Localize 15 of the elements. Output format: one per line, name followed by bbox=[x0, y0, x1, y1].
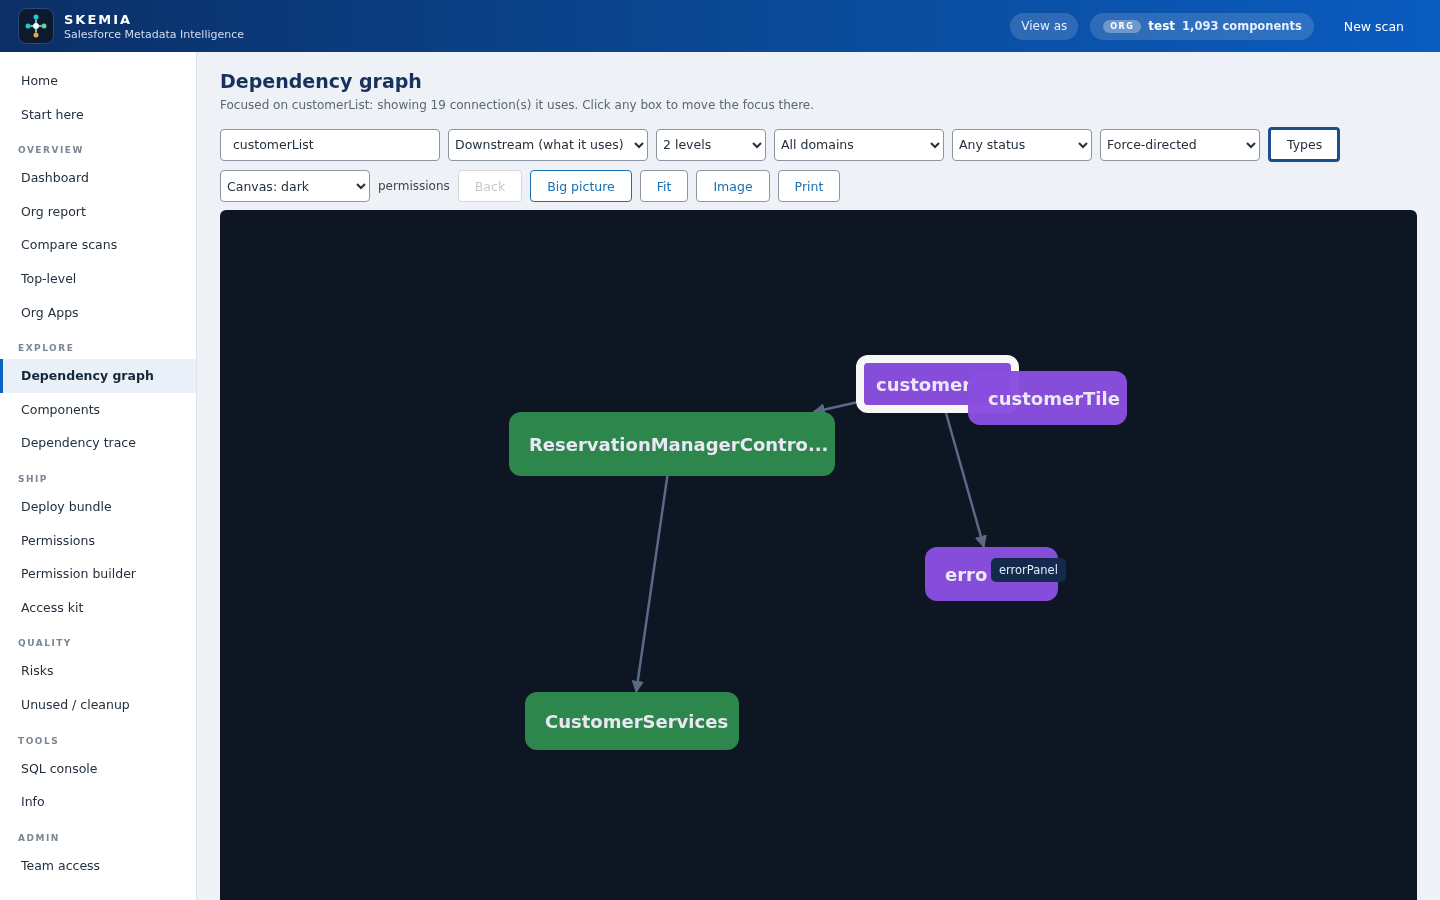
component-count: 1,093 components bbox=[1182, 19, 1302, 33]
page-title: Dependency graph bbox=[220, 70, 423, 92]
section-heading: SHIP bbox=[17, 472, 49, 486]
section-heading: EXPLORE bbox=[17, 342, 76, 356]
section-heading: QUALITY bbox=[17, 637, 73, 651]
page-description: Focused on customerList: showing 19 connection(s) it uses. Click any box to move the focus there. bbox=[220, 98, 816, 112]
filter-label: permissions bbox=[378, 179, 450, 193]
tooltip: errorPanel bbox=[991, 558, 1066, 582]
org-name: test bbox=[1148, 19, 1176, 33]
section-heading: TOOLS bbox=[17, 734, 61, 748]
section-heading: ADMIN bbox=[17, 831, 61, 845]
app-tagline: Salesforce Metadata Intelligence bbox=[64, 27, 245, 41]
org-badge: ORG bbox=[1103, 19, 1142, 33]
app-name: SKEMIA bbox=[64, 11, 134, 27]
section-heading: OVERVIEW bbox=[17, 144, 85, 158]
